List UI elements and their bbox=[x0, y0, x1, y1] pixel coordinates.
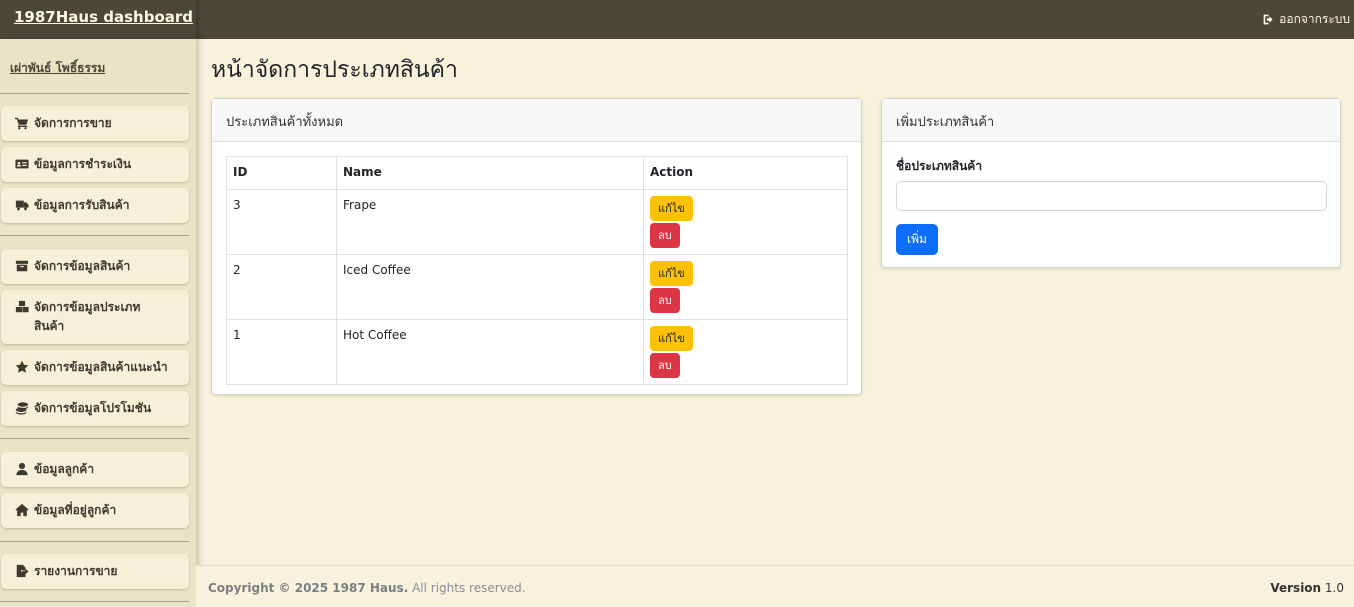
cell-actions: แก้ไข ลบ bbox=[643, 319, 848, 385]
cell-name: Iced Coffee bbox=[336, 254, 644, 320]
copyright-rest: All rights reserved. bbox=[408, 581, 526, 595]
divider bbox=[0, 541, 189, 542]
category-table: ID Name Action 3 Frape แก้ไข ลบ 2 Iced C… bbox=[226, 156, 848, 385]
nav-item-sales[interactable]: จัดการการขาย bbox=[1, 106, 189, 141]
nav-label: จัดการข้อมูลสินค้าแนะนำ bbox=[34, 360, 168, 374]
add-category-button[interactable]: เพิ่ม bbox=[896, 224, 938, 255]
user-name-link[interactable]: เผ่าพันธ์ โพธิ์ธรรม bbox=[10, 59, 105, 78]
user-icon bbox=[16, 462, 28, 476]
cell-actions: แก้ไข ลบ bbox=[643, 189, 848, 255]
nav-item-recommended[interactable]: จัดการข้อมูลสินค้าแนะนำ bbox=[1, 350, 189, 385]
cell-name: Frape bbox=[336, 189, 644, 255]
nav-item-products[interactable]: จัดการข้อมูลสินค้า bbox=[1, 249, 189, 284]
edit-button[interactable]: แก้ไข bbox=[650, 196, 693, 221]
nav-item-addresses[interactable]: ข้อมูลที่อยู่ลูกค้า bbox=[1, 493, 189, 528]
home-icon bbox=[15, 503, 29, 517]
nav-label-line2: สินค้า bbox=[34, 319, 65, 333]
logout-link[interactable]: ออกจากระบบ bbox=[1262, 10, 1350, 29]
nav-item-categories[interactable]: จัดการข้อมูลประเภทสินค้า bbox=[1, 290, 189, 344]
nav-item-customers[interactable]: ข้อมูลลูกค้า bbox=[1, 452, 189, 487]
nav-item-report[interactable]: รายงานการขาย bbox=[1, 554, 189, 589]
edit-button[interactable]: แก้ไข bbox=[650, 326, 693, 351]
cell-id: 1 bbox=[226, 319, 337, 385]
nav-item-payments[interactable]: ข้อมูลการชำระเงิน bbox=[1, 147, 189, 182]
category-list-card: ประเภทสินค้าทั้งหมด ID Name Action 3 Fra… bbox=[211, 98, 862, 395]
version-value: 1.0 bbox=[1321, 581, 1344, 595]
nav-item-promotions[interactable]: จัดการข้อมูลโปรโมชัน bbox=[1, 391, 189, 426]
delete-button[interactable]: ลบ bbox=[650, 288, 680, 313]
nav-label: ข้อมูลลูกค้า bbox=[34, 462, 95, 476]
table-header-row: ID Name Action bbox=[226, 156, 848, 190]
brand-container: 1987Haus dashboard bbox=[0, 0, 196, 39]
edit-button[interactable]: แก้ไข bbox=[650, 261, 693, 286]
table-row: 3 Frape แก้ไข ลบ bbox=[226, 189, 848, 255]
copyright-bold: Copyright © 2025 1987 Haus. bbox=[208, 581, 409, 595]
category-name-input[interactable] bbox=[896, 181, 1327, 211]
sign-out-icon bbox=[1263, 14, 1273, 25]
cell-id: 2 bbox=[226, 254, 337, 320]
nav-label: จัดการข้อมูลสินค้า bbox=[34, 259, 131, 273]
sidebar: เผ่าพันธ์ โพธิ์ธรรม จัดการการขาย ข้อมูลก… bbox=[0, 39, 196, 607]
nav-label: ข้อมูลที่อยู่ลูกค้า bbox=[34, 503, 117, 517]
nav-label: จัดการข้อมูลโปรโมชัน bbox=[34, 401, 152, 415]
nav-label: จัดการการขาย bbox=[34, 116, 112, 130]
footer: Copyright © 2025 1987 Haus. All rights r… bbox=[196, 565, 1354, 607]
version-text: Version 1.0 bbox=[1270, 581, 1344, 595]
cell-id: 3 bbox=[226, 189, 337, 255]
nav-label-line1: จัดการข้อมูลประเภท bbox=[34, 300, 141, 314]
id-card-icon bbox=[15, 159, 29, 169]
box-archive-icon bbox=[15, 260, 29, 272]
nav-label: รายงานการขาย bbox=[34, 564, 118, 578]
add-category-header: เพิ่มประเภทสินค้า bbox=[882, 99, 1340, 142]
divider bbox=[0, 235, 189, 236]
delete-button[interactable]: ลบ bbox=[650, 353, 680, 378]
divider bbox=[0, 438, 189, 439]
top-navbar: 1987Haus dashboard ออกจากระบบ bbox=[0, 0, 1354, 39]
file-export-icon bbox=[16, 564, 29, 578]
add-category-card: เพิ่มประเภทสินค้า ชื่อประเภทสินค้า เพิ่ม bbox=[881, 98, 1341, 268]
column-header-name: Name bbox=[336, 156, 644, 190]
logout-label: ออกจากระบบ bbox=[1279, 12, 1350, 26]
page-title: หน้าจัดการประเภทสินค้า bbox=[211, 57, 458, 83]
nav-label: ข้อมูลการชำระเงิน bbox=[34, 157, 132, 171]
table-row: 2 Iced Coffee แก้ไข ลบ bbox=[226, 254, 848, 320]
delete-button[interactable]: ลบ bbox=[650, 223, 680, 248]
divider bbox=[0, 601, 189, 602]
nav-item-receiving[interactable]: ข้อมูลการรับสินค้า bbox=[1, 188, 189, 223]
copyright-text: Copyright © 2025 1987 Haus. All rights r… bbox=[208, 581, 526, 595]
star-icon bbox=[15, 360, 29, 373]
table-row: 1 Hot Coffee แก้ไข ลบ bbox=[226, 319, 848, 385]
nav-label: ข้อมูลการรับสินค้า bbox=[34, 198, 130, 212]
category-name-label: ชื่อประเภทสินค้า bbox=[896, 159, 983, 173]
coins-icon bbox=[15, 402, 29, 415]
divider bbox=[0, 93, 189, 94]
category-list-header: ประเภทสินค้าทั้งหมด bbox=[212, 99, 861, 142]
truck-fast-icon bbox=[15, 200, 29, 211]
column-header-action: Action bbox=[643, 156, 848, 190]
column-header-id: ID bbox=[226, 156, 337, 190]
nav-label: จัดการข้อมูลประเภทสินค้า bbox=[34, 298, 140, 336]
boxes-icon bbox=[15, 300, 29, 313]
version-label: Version bbox=[1270, 581, 1322, 595]
brand-link[interactable]: 1987Haus dashboard bbox=[14, 8, 193, 26]
cart-icon bbox=[15, 117, 29, 130]
cell-name: Hot Coffee bbox=[336, 319, 644, 385]
cell-actions: แก้ไข ลบ bbox=[643, 254, 848, 320]
